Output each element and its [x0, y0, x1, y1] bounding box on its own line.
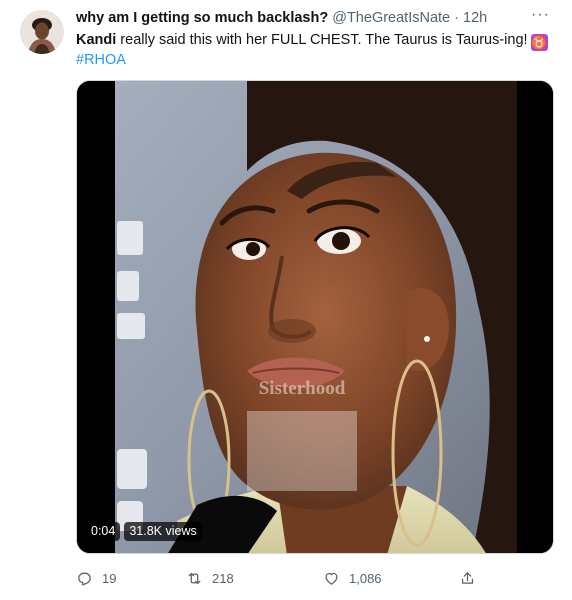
tweet[interactable]: why am I getting so much backlash? @TheG…: [0, 0, 572, 600]
tweet-text: Kandi really said this with her FULL CHE…: [76, 31, 552, 70]
like-count: 1,086: [349, 570, 382, 586]
reply-button[interactable]: 19: [76, 568, 116, 588]
video-watermark: Sisterhood: [259, 378, 346, 399]
video-frame: Sisterhood: [77, 81, 553, 553]
reply-icon: [78, 572, 91, 586]
share-icon: [461, 571, 474, 584]
user-handle[interactable]: @TheGreatIsNate: [332, 10, 450, 26]
heart-icon: [325, 572, 338, 585]
tweet-header: why am I getting so much backlash? @TheG…: [76, 9, 524, 27]
retweet-button[interactable]: 218: [186, 568, 234, 588]
taurus-emoji-icon: ♉: [530, 34, 548, 51]
avatar[interactable]: [20, 10, 64, 54]
video-badges: 0:04 31.8K views: [86, 522, 202, 541]
timestamp[interactable]: 12h: [463, 10, 487, 26]
view-count-badge: 31.8K views: [124, 522, 202, 541]
more-options-icon[interactable]: ···: [531, 7, 550, 23]
display-name[interactable]: why am I getting so much backlash?: [76, 10, 328, 26]
tweet-actions: 19 218 1,086: [76, 568, 496, 588]
separator-dot: ·: [454, 10, 459, 26]
video-time-badge: 0:04: [86, 522, 121, 541]
reply-count: 19: [102, 570, 117, 586]
hashtag-link[interactable]: #RHOA: [76, 52, 126, 68]
mention-name: Kandi: [76, 32, 117, 48]
video-player[interactable]: Sisterhood 0:04 31.8K views: [76, 80, 554, 554]
retweet-count: 218: [212, 570, 234, 586]
share-button[interactable]: [459, 568, 476, 588]
like-button[interactable]: 1,086: [323, 568, 382, 588]
tweet-body: really said this with her FULL CHEST. Th…: [116, 32, 528, 48]
retweet-icon: [188, 572, 201, 584]
